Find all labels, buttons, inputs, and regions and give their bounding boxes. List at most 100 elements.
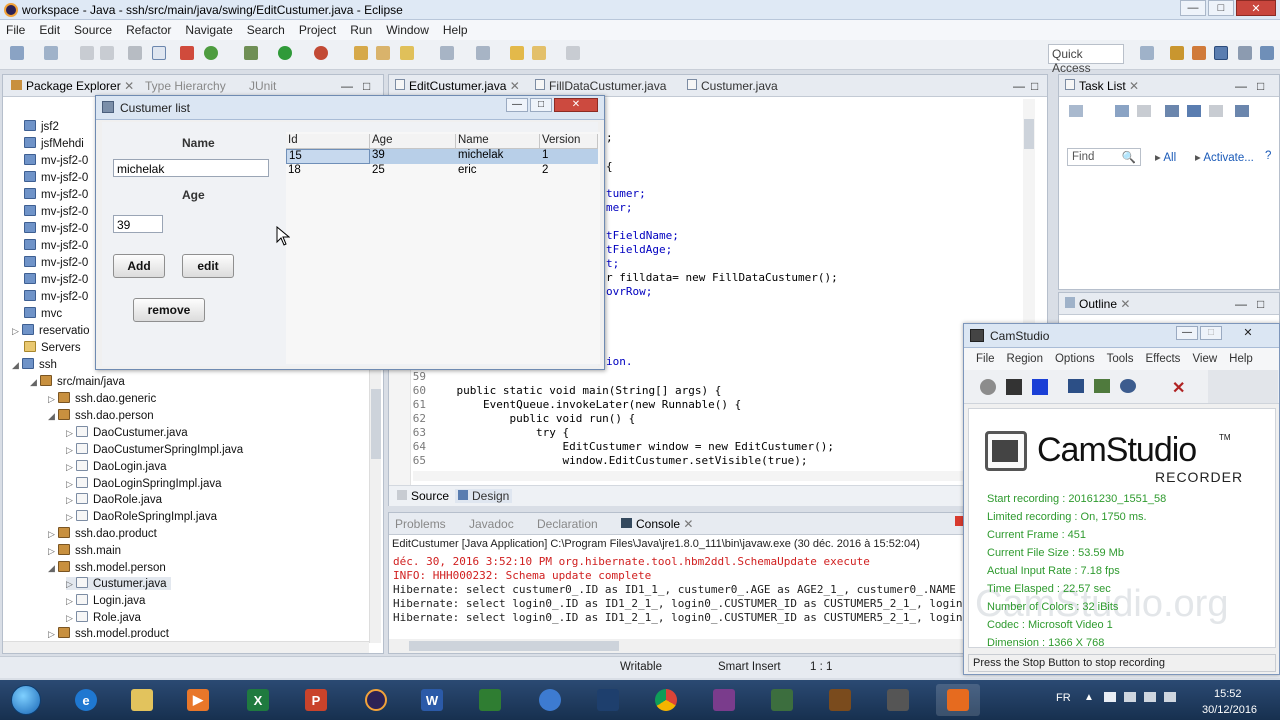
column-header-id[interactable]: Id bbox=[286, 134, 370, 149]
edit-button[interactable]: edit bbox=[182, 254, 234, 278]
console-scroll-thumb[interactable] bbox=[409, 641, 619, 651]
back-icon[interactable] bbox=[532, 46, 546, 60]
tray-expand-icon[interactable]: ▲ bbox=[1084, 692, 1094, 703]
taskbar-file-explorer[interactable] bbox=[120, 684, 164, 716]
task-activate-link[interactable]: ▸ Activate... bbox=[1195, 150, 1254, 164]
bug-icon[interactable] bbox=[244, 46, 258, 60]
taskbar-media-player[interactable]: ▶ bbox=[176, 684, 220, 716]
console-horizontal-scrollbar[interactable] bbox=[389, 639, 967, 653]
taskbar-word[interactable]: W bbox=[410, 684, 454, 716]
forward-icon[interactable] bbox=[566, 46, 580, 60]
tree-item-mv-jsf2[interactable]: mv-jsf2-0 bbox=[24, 205, 88, 218]
taskbar-network[interactable] bbox=[586, 684, 630, 716]
remove-button[interactable]: remove bbox=[133, 298, 205, 322]
refresh-icon[interactable] bbox=[204, 46, 218, 60]
tree-item-daologinspringimpl[interactable]: ▷ DaoLoginSpringImpl.java bbox=[66, 477, 222, 490]
debug-perspective-icon[interactable] bbox=[1192, 46, 1206, 60]
taskbar-internet-explorer[interactable]: e bbox=[64, 684, 108, 716]
camstudio-minimize-button[interactable]: — bbox=[1176, 326, 1198, 340]
open-type-icon[interactable] bbox=[354, 46, 368, 60]
taskbar-winrar[interactable] bbox=[702, 684, 746, 716]
annotation-icon[interactable] bbox=[1094, 379, 1110, 393]
close-button[interactable]: ✕ bbox=[1236, 0, 1276, 16]
menu-refactor[interactable]: Refactor bbox=[126, 23, 171, 37]
exit-icon[interactable]: ✕ bbox=[1172, 378, 1185, 398]
git-perspective-icon[interactable] bbox=[1260, 46, 1274, 60]
age-input[interactable]: 39 bbox=[113, 215, 163, 233]
tab-custumer[interactable]: Custumer.java bbox=[687, 79, 778, 93]
sync-icon[interactable] bbox=[1187, 105, 1201, 117]
focus-icon[interactable] bbox=[1165, 105, 1179, 117]
menu-run[interactable]: Run bbox=[350, 23, 372, 37]
taskbar-eclipse[interactable] bbox=[354, 684, 398, 716]
new-icon[interactable] bbox=[10, 46, 24, 60]
tree-item-ssh-dao-person[interactable]: ◢ ssh.dao.person bbox=[48, 409, 154, 422]
column-header-version[interactable]: Version bbox=[540, 134, 598, 149]
tray-battery-icon[interactable] bbox=[1144, 692, 1156, 702]
editor-scroll-thumb[interactable] bbox=[1024, 119, 1034, 149]
camstudio-close-button[interactable]: ✕ bbox=[1226, 326, 1270, 340]
tab-filldatacustumer[interactable]: FillDataCustumer.java bbox=[535, 79, 666, 93]
tree-item-ssh-model-person[interactable]: ◢ ssh.model.person bbox=[48, 561, 166, 574]
tab-outline[interactable]: Outline ✕ bbox=[1065, 297, 1130, 311]
tree-item-daologin[interactable]: ▷ DaoLogin.java bbox=[66, 460, 167, 473]
expand-icon[interactable] bbox=[1235, 105, 1249, 117]
add-button[interactable]: Add bbox=[113, 254, 165, 278]
maximize-outline-icon[interactable]: □ bbox=[1257, 297, 1264, 311]
start-button[interactable] bbox=[4, 684, 48, 716]
editor-horizontal-scrollbar[interactable] bbox=[413, 471, 1023, 481]
custumer-close-button[interactable]: ✕ bbox=[554, 98, 598, 112]
categorize-icon[interactable] bbox=[1115, 105, 1129, 117]
swf-icon[interactable] bbox=[1120, 379, 1136, 393]
cam-menu-options[interactable]: Options bbox=[1055, 353, 1095, 370]
tree-item-mv-jsf2[interactable]: mv-jsf2-0 bbox=[24, 188, 88, 201]
stop-icon[interactable] bbox=[1032, 379, 1048, 395]
table-cell-name[interactable]: michelak bbox=[456, 149, 540, 164]
tree-item-ssh[interactable]: ◢ ssh bbox=[12, 358, 57, 371]
cam-menu-help[interactable]: Help bbox=[1229, 353, 1253, 370]
tab-editcustumer[interactable]: EditCustumer.java ✕ bbox=[395, 79, 520, 93]
tab-junit[interactable]: JUnit bbox=[249, 79, 276, 93]
quick-access-input[interactable]: Quick Access bbox=[1048, 44, 1124, 75]
table-cell-age[interactable]: 25 bbox=[370, 164, 456, 179]
tray-volume-icon[interactable] bbox=[1164, 692, 1176, 702]
menu-navigate[interactable]: Navigate bbox=[185, 23, 232, 37]
taskbar-javaee[interactable] bbox=[818, 684, 862, 716]
tree-item-mv-jsf2[interactable]: mv-jsf2-0 bbox=[24, 154, 88, 167]
print-icon[interactable] bbox=[128, 46, 142, 60]
select-tool-icon[interactable] bbox=[152, 46, 166, 60]
table-cell-id[interactable]: 15 bbox=[286, 149, 370, 164]
clock-time[interactable]: 15:52 bbox=[1214, 688, 1242, 700]
tab-task-list[interactable]: Task List ✕ bbox=[1065, 79, 1139, 93]
taskbar-excel[interactable]: X bbox=[236, 684, 280, 716]
prev-annotation-icon[interactable] bbox=[476, 46, 490, 60]
explorer-horizontal-scrollbar[interactable] bbox=[3, 641, 369, 653]
task-all-link[interactable]: ▸ All bbox=[1155, 150, 1176, 164]
tree-item-mv-jsf2[interactable]: mv-jsf2-0 bbox=[24, 239, 88, 252]
cam-menu-file[interactable]: File bbox=[976, 353, 995, 370]
tree-item-role[interactable]: ▷ Role.java bbox=[66, 611, 141, 624]
search-icon[interactable] bbox=[400, 46, 414, 60]
maximize-button[interactable]: □ bbox=[1208, 0, 1234, 16]
record-icon[interactable] bbox=[980, 379, 996, 395]
tray-network-icon[interactable] bbox=[1124, 692, 1136, 702]
table-cell-version[interactable]: 1 bbox=[540, 149, 598, 164]
explorer-scroll-thumb[interactable] bbox=[371, 389, 381, 459]
tree-item-jsfmehdi[interactable]: jsfMehdi bbox=[24, 137, 84, 150]
cam-menu-view[interactable]: View bbox=[1192, 353, 1217, 370]
java-perspective-icon[interactable] bbox=[1214, 46, 1228, 60]
cam-menu-region[interactable]: Region bbox=[1007, 353, 1043, 370]
minimize-editor-icon[interactable]: — bbox=[1013, 79, 1025, 93]
last-edit-icon[interactable] bbox=[510, 46, 524, 60]
collapse-icon[interactable] bbox=[1209, 105, 1223, 117]
tree-item-reservation[interactable]: ▷ reservatio bbox=[12, 324, 90, 337]
tree-item-mv-jsf2[interactable]: mv-jsf2-0 bbox=[24, 171, 88, 184]
tree-item-login[interactable]: ▷ Login.java bbox=[66, 594, 145, 607]
taskbar-chrome[interactable] bbox=[644, 684, 688, 716]
tree-item-mvc[interactable]: mvc bbox=[24, 307, 62, 320]
menu-project[interactable]: Project bbox=[299, 23, 336, 37]
tree-item-ssh-dao-product[interactable]: ▷ ssh.dao.product bbox=[48, 527, 157, 540]
external-tools-icon[interactable] bbox=[314, 46, 328, 60]
task-find-input[interactable]: Find 🔍 bbox=[1067, 148, 1141, 166]
taskbar-java-app[interactable] bbox=[936, 684, 980, 716]
